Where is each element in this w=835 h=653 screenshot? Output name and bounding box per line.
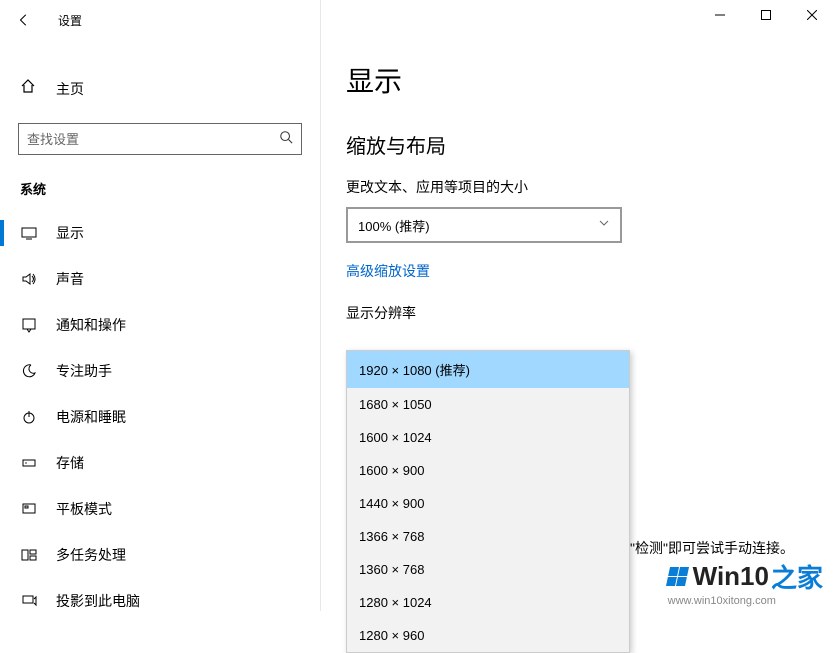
resolution-option[interactable]: 1360 × 768 — [347, 553, 629, 586]
page-title: 显示 — [346, 60, 835, 100]
sidebar-item-display[interactable]: 显示 — [0, 210, 320, 256]
sidebar-item-storage[interactable]: 存储 — [0, 440, 320, 486]
close-button[interactable] — [789, 0, 835, 30]
scale-label: 更改文本、应用等项目的大小 — [346, 177, 835, 197]
sidebar-item-power[interactable]: 电源和睡眠 — [0, 394, 320, 440]
sidebar-item-label: 显示 — [56, 223, 84, 243]
window-title: 设置 — [58, 12, 82, 29]
home-icon — [20, 78, 38, 99]
watermark-brand-right: 之家 — [771, 558, 823, 595]
home-label: 主页 — [56, 79, 84, 99]
advanced-scaling-link[interactable]: 高级缩放设置 — [346, 261, 430, 281]
search-icon — [279, 130, 293, 149]
resolution-option[interactable]: 1366 × 768 — [347, 520, 629, 553]
resolution-label: 显示分辨率 — [346, 303, 835, 323]
watermark-url: www.win10xitong.com — [668, 595, 823, 607]
resolution-option[interactable]: 1920 × 1080 (推荐) — [347, 351, 629, 388]
sidebar-item-label: 平板模式 — [56, 499, 112, 519]
multitask-icon — [20, 547, 38, 563]
detect-hint-text: "检测"即可尝试手动连接。 — [630, 538, 794, 558]
main-content: 显示 缩放与布局 更改文本、应用等项目的大小 100% (推荐) 高级缩放设置 … — [320, 40, 835, 611]
project-icon — [20, 593, 38, 609]
display-icon — [20, 225, 38, 241]
home-link[interactable]: 主页 — [0, 68, 320, 109]
minimize-button[interactable] — [697, 0, 743, 30]
power-icon — [20, 409, 38, 425]
sidebar: 主页 系统 显示 声音 通知和操作 专注助手 电源和睡眠 — [0, 40, 320, 611]
sidebar-item-label: 存储 — [56, 453, 84, 473]
sidebar-item-label: 专注助手 — [56, 361, 112, 381]
watermark-brand-left: Win10 — [693, 561, 769, 592]
resolution-dropdown-list[interactable]: 1920 × 1080 (推荐) 1680 × 1050 1600 × 1024… — [346, 350, 630, 653]
sidebar-item-label: 电源和睡眠 — [56, 407, 126, 427]
resolution-option[interactable]: 1440 × 900 — [347, 487, 629, 520]
tablet-icon — [20, 501, 38, 517]
scale-dropdown[interactable]: 100% (推荐) — [346, 207, 622, 243]
sidebar-item-label: 声音 — [56, 269, 84, 289]
resolution-option[interactable]: 1280 × 960 — [347, 619, 629, 652]
search-input-container[interactable] — [18, 123, 302, 155]
sidebar-item-multitask[interactable]: 多任务处理 — [0, 532, 320, 578]
maximize-button[interactable] — [743, 0, 789, 30]
back-button[interactable] — [0, 0, 48, 40]
sidebar-item-notifications[interactable]: 通知和操作 — [0, 302, 320, 348]
section-title-scale: 缩放与布局 — [346, 130, 835, 159]
sidebar-item-label: 多任务处理 — [56, 545, 126, 565]
sidebar-item-sound[interactable]: 声音 — [0, 256, 320, 302]
search-input[interactable] — [27, 132, 279, 147]
sidebar-item-project[interactable]: 投影到此电脑 — [0, 578, 320, 624]
sidebar-item-label: 投影到此电脑 — [56, 591, 140, 611]
resolution-option[interactable]: 1600 × 1024 — [347, 421, 629, 454]
sidebar-item-focus[interactable]: 专注助手 — [0, 348, 320, 394]
notification-icon — [20, 317, 38, 333]
windows-logo-icon — [668, 567, 687, 586]
sidebar-item-label: 通知和操作 — [56, 315, 126, 335]
sidebar-item-tablet[interactable]: 平板模式 — [0, 486, 320, 532]
category-header: 系统 — [0, 155, 320, 210]
resolution-option[interactable]: 1680 × 1050 — [347, 388, 629, 421]
scale-value: 100% (推荐) — [358, 216, 430, 235]
chevron-down-icon — [598, 216, 610, 234]
sound-icon — [20, 271, 38, 287]
focus-icon — [20, 363, 38, 379]
watermark: Win10 之家 www.win10xitong.com — [668, 558, 823, 607]
storage-icon — [20, 455, 38, 471]
resolution-option[interactable]: 1600 × 900 — [347, 454, 629, 487]
resolution-option[interactable]: 1280 × 1024 — [347, 586, 629, 619]
